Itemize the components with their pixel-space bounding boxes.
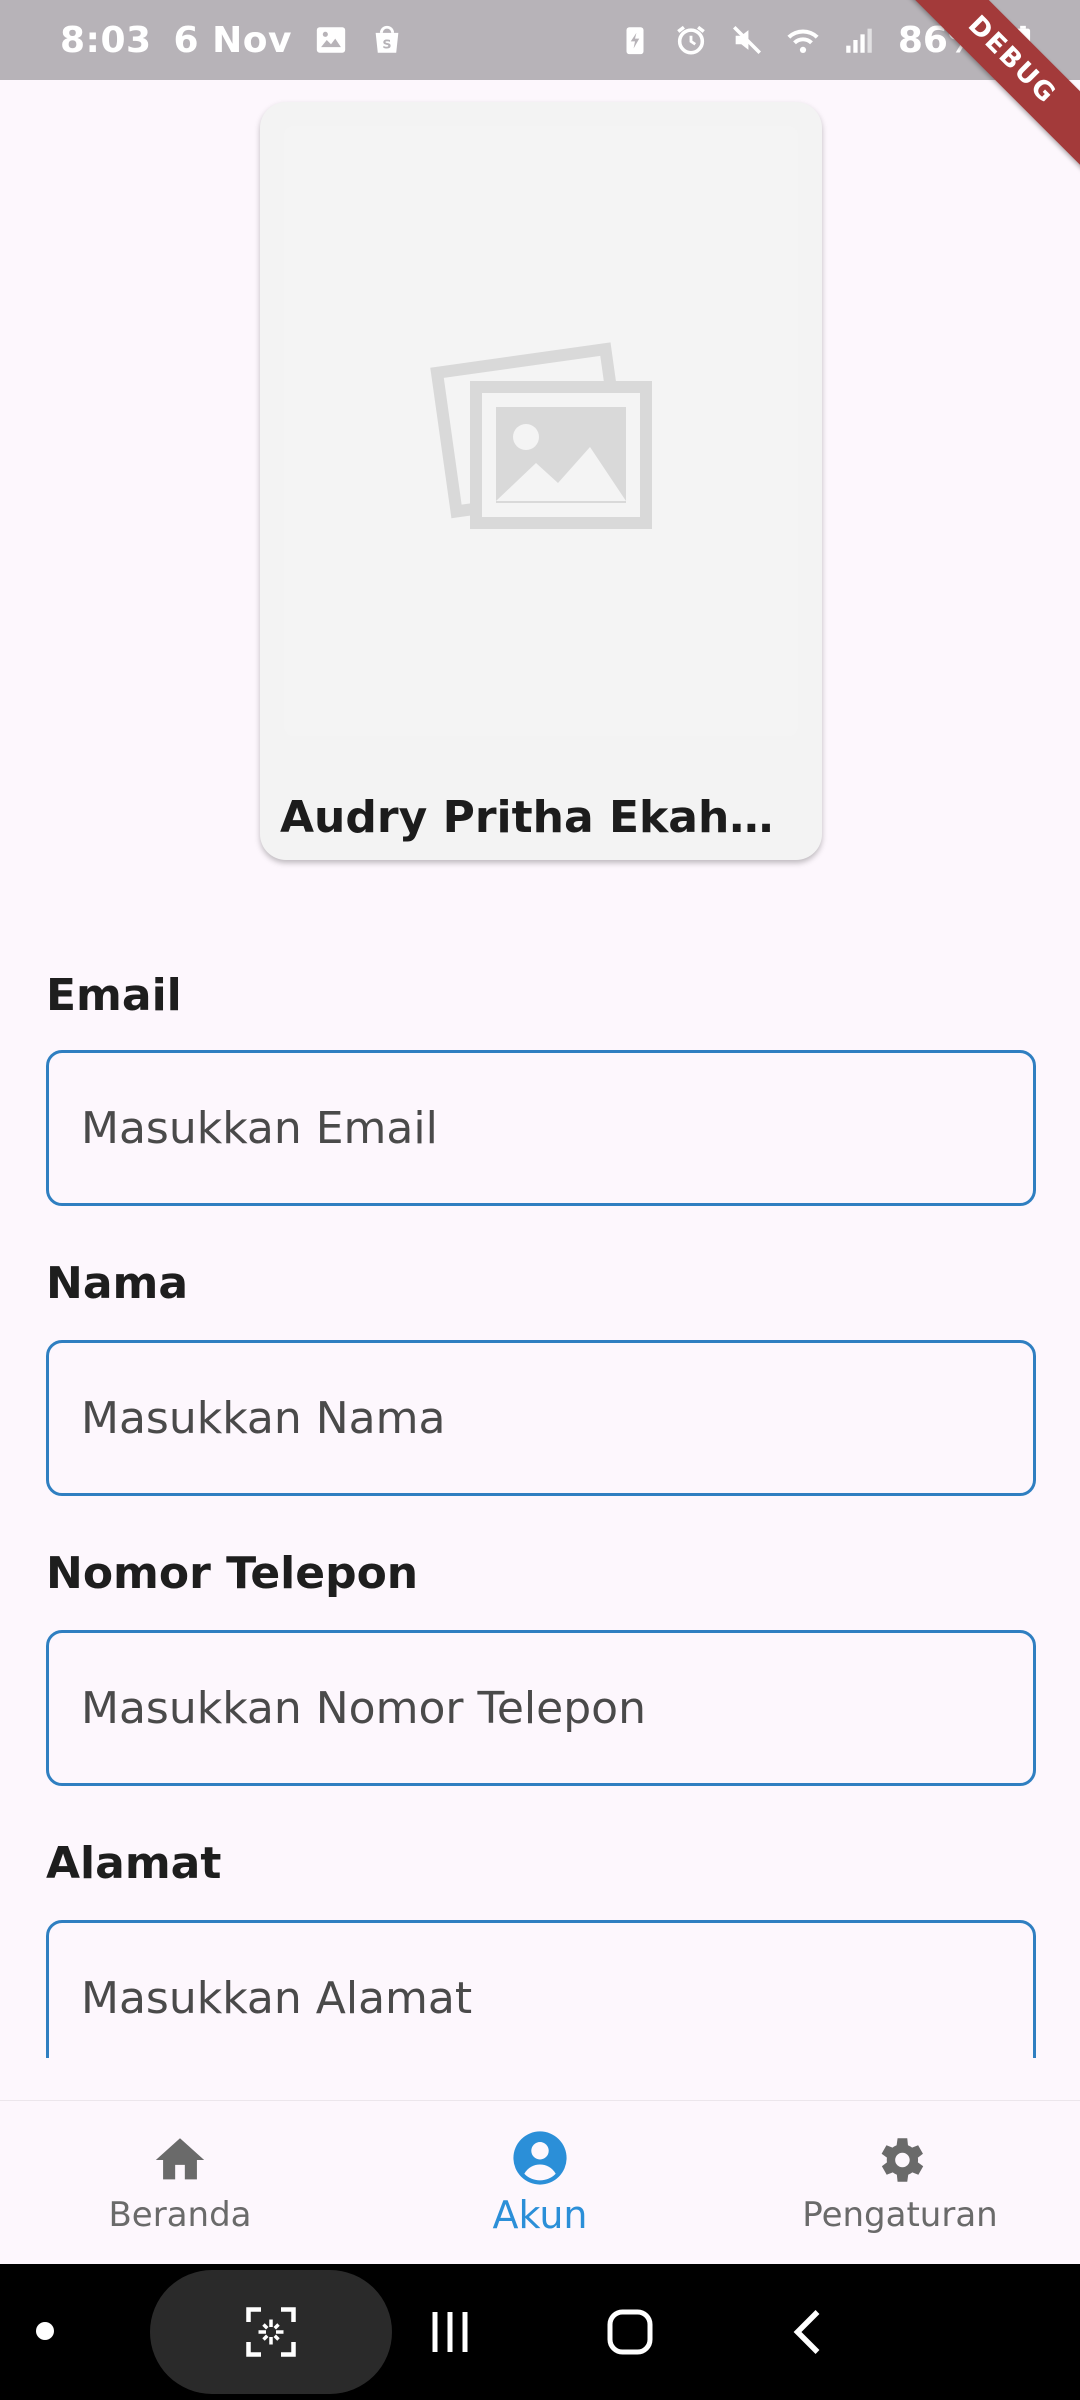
- nav-item-akun[interactable]: Akun: [360, 2101, 720, 2264]
- system-dot-indicator: [36, 2322, 54, 2340]
- nav-item-beranda[interactable]: Beranda: [0, 2101, 360, 2264]
- svg-text:S: S: [382, 38, 391, 53]
- phone-label: Nomor Telepon: [46, 1548, 419, 1599]
- nav-label-akun: Akun: [492, 2192, 588, 2237]
- status-left: 8:03 6 Nov S: [60, 20, 404, 61]
- shopee-notification-icon: S: [375, 25, 399, 53]
- profile-name: Audry Pritha Ekahar...: [280, 792, 802, 843]
- nav-item-pengaturan[interactable]: Pengaturan: [720, 2101, 1080, 2264]
- nav-label-pengaturan: Pengaturan: [802, 2194, 998, 2235]
- nav-label-beranda: Beranda: [108, 2194, 252, 2235]
- name-field[interactable]: [46, 1340, 1036, 1496]
- status-time: 8:03: [60, 19, 152, 61]
- phone-field[interactable]: [46, 1630, 1036, 1786]
- status-date: 6 Nov: [173, 19, 292, 61]
- recent-apps-icon[interactable]: [420, 2302, 480, 2362]
- battery-saver-icon: [626, 27, 644, 55]
- email-field[interactable]: [46, 1050, 1036, 1206]
- alarm-icon: [677, 25, 705, 55]
- status-bar: 8:03 6 Nov S 86%: [0, 0, 1080, 80]
- profile-card: Audry Pritha Ekahar... 5210411013: [260, 102, 822, 860]
- wifi-icon: [787, 29, 819, 54]
- account-circle-icon: [513, 2130, 567, 2185]
- home-icon: [155, 2137, 205, 2179]
- name-label: Nama: [46, 1258, 189, 1309]
- back-icon[interactable]: [780, 2302, 840, 2362]
- capture-icon: [246, 2307, 296, 2357]
- email-label: Email: [46, 970, 182, 1021]
- app-screen: 8:03 6 Nov S 86% DEBUG Audry Pritha Ekah…: [0, 0, 1080, 2400]
- address-label: Alamat: [46, 1838, 222, 1889]
- image-placeholder-icon: [430, 342, 652, 529]
- address-field[interactable]: [46, 1920, 1036, 2058]
- home-button-icon[interactable]: [600, 2302, 660, 2362]
- bottom-navigation: Beranda Akun Pengaturan: [0, 2100, 1080, 2264]
- account-form: Email Nama Nomor Telepon Alamat: [46, 960, 1036, 2058]
- gallery-notification-icon: [316, 27, 346, 53]
- gear-icon: [881, 2137, 924, 2182]
- system-navigation-bar: [0, 2264, 1080, 2400]
- mute-icon: [732, 25, 761, 55]
- screenshot-capture-button[interactable]: [150, 2270, 392, 2394]
- signal-icon: [846, 28, 872, 53]
- profile-photo[interactable]: [284, 126, 798, 736]
